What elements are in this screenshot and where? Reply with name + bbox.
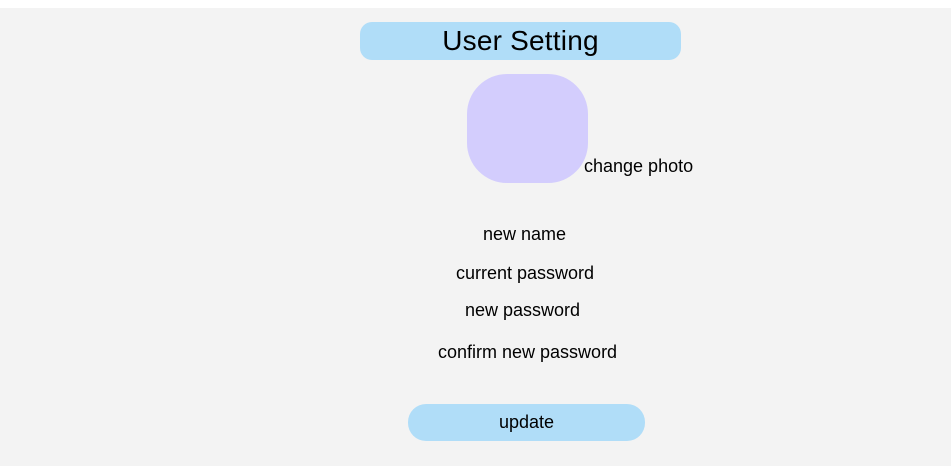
update-button[interactable]: update	[408, 404, 645, 441]
current-password-field[interactable]: current password	[456, 262, 594, 284]
settings-panel	[0, 8, 951, 466]
page-title: User Setting	[442, 25, 599, 56]
change-photo-link[interactable]: change photo	[584, 155, 693, 177]
avatar[interactable]	[467, 74, 588, 183]
new-name-field[interactable]: new name	[483, 223, 566, 245]
new-password-field[interactable]: new password	[465, 299, 580, 321]
update-button-label: update	[498, 412, 555, 432]
page-title-bar: User Setting	[360, 22, 681, 60]
confirm-password-field[interactable]: confirm new password	[438, 341, 617, 363]
